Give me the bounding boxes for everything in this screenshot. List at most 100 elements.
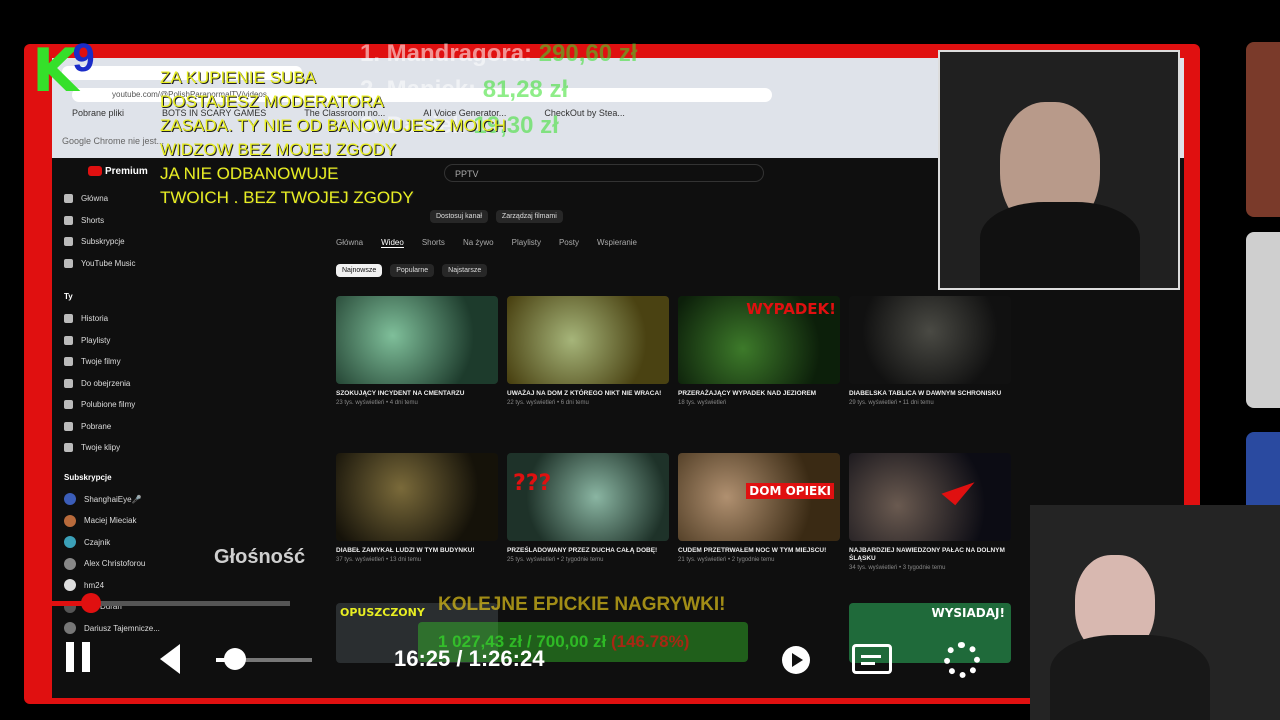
goal-percent: (146.78%) xyxy=(610,632,690,651)
sidebar-item-label: Shorts xyxy=(81,215,105,225)
sidebar-item-subscriptions[interactable]: Subskrypcje xyxy=(52,231,162,253)
sidebar-item-label: Czajnik xyxy=(84,537,111,547)
sidebar-item-watch-later[interactable]: Do obejrzenia xyxy=(52,373,162,395)
tab-home[interactable]: Główna xyxy=(336,238,363,248)
sidebar-subscription[interactable]: hm24 xyxy=(52,575,162,597)
channel-tabs: Główna Wideo Shorts Na żywo Playlisty Po… xyxy=(336,238,637,248)
subtitles-line xyxy=(861,655,881,658)
tab-videos[interactable]: Wideo xyxy=(381,238,404,248)
filter-oldest[interactable]: Najstarsze xyxy=(442,264,488,277)
sidebar-you-header[interactable]: Ty xyxy=(52,286,162,308)
ranking-name: 1. Mandragora: xyxy=(360,40,533,67)
youtube-logo[interactable]: Premium xyxy=(88,166,148,177)
video-thumbnail[interactable] xyxy=(849,296,1011,384)
settings-gear-icon[interactable] xyxy=(944,642,980,678)
scissors-icon xyxy=(64,443,73,453)
video-title[interactable]: UWAŻAJ NA DOM Z KTÓREGO NIKT NIE WRACA! xyxy=(507,390,669,398)
video-thumbnail[interactable] xyxy=(336,453,498,541)
download-icon xyxy=(64,421,73,431)
sidebar-item-your-videos[interactable]: Twoje filmy xyxy=(52,351,162,373)
video-title[interactable]: PRZEŚLADOWANY PRZEZ DUCHA CAŁĄ DOBĘ! xyxy=(507,547,669,555)
video-title[interactable]: CUDEM PRZETRWAŁEM NOC W TYM MIEJSCU! xyxy=(678,547,840,555)
customize-channel-button[interactable]: Dostosuj kanał xyxy=(430,210,488,223)
streamer-webcam xyxy=(938,50,1180,290)
sidebar-subscription[interactable]: Dariusz Tajemnicze... xyxy=(52,618,162,640)
thumbnail-text: WYSIADAJ! xyxy=(931,606,1005,620)
video-thumbnail[interactable]: WYPADEK! xyxy=(678,296,840,384)
video-meta: 22 tys. wyświetleń • 6 dni temu xyxy=(507,400,589,406)
video-thumbnail[interactable]: DOM OPIEKI xyxy=(678,453,840,541)
pause-icon[interactable] xyxy=(82,642,90,672)
tab-live[interactable]: Na żywo xyxy=(463,238,494,248)
moderator-rules-text: ZA KUPIENIE SUBA DOSTAJESZ MODERATORA ZA… xyxy=(160,66,506,210)
sidebar-subscription[interactable]: Czajnik xyxy=(52,532,162,554)
logo-letter: K xyxy=(32,36,79,106)
sidebar-item-history[interactable]: Historia xyxy=(52,308,162,330)
filter-popular[interactable]: Popularne xyxy=(390,264,435,277)
tab-support[interactable]: Wspieranie xyxy=(597,238,637,248)
video-card[interactable]: ??? PRZEŚLADOWANY PRZEZ DUCHA CAŁĄ DOBĘ!… xyxy=(507,453,669,563)
sidebar-item-label: Subskrypcje xyxy=(81,237,125,247)
video-card[interactable]: UWAŻAJ NA DOM Z KTÓREGO NIKT NIE WRACA! … xyxy=(507,296,669,406)
sidebar-item-label: Maciej Mieciak xyxy=(84,516,137,526)
sidebar-subscription[interactable]: Maciej Mieciak xyxy=(52,510,162,532)
video-title[interactable]: DIABELSKA TABLICA W DAWNYM SCHRONISKU xyxy=(849,390,1011,398)
sidebar-item-liked[interactable]: Polubione filmy xyxy=(52,394,162,416)
tab-posts[interactable]: Posty xyxy=(559,238,579,248)
filter-newest[interactable]: Najnowsze xyxy=(336,264,383,277)
video-title[interactable]: DIABEŁ ZAMYKAŁ LUDZI W TYM BUDYNKU! xyxy=(336,547,498,555)
sidebar-item-label: Główna xyxy=(81,194,109,204)
video-thumbnail[interactable] xyxy=(849,453,1011,541)
video-thumbnail[interactable] xyxy=(507,296,669,384)
volume-icon[interactable] xyxy=(160,644,180,674)
autoplay-toggle[interactable] xyxy=(782,646,810,674)
manage-videos-button[interactable]: Zarządzaj filmami xyxy=(495,210,563,223)
tab-shorts[interactable]: Shorts xyxy=(422,238,445,248)
video-card[interactable]: NAJBARDZIEJ NAWIEDZONY PAŁAC NA DOLNYM Ś… xyxy=(849,453,1011,571)
sidebar-subscription[interactable]: ShanghaiEye🎤 xyxy=(52,489,162,511)
arrow-icon xyxy=(941,470,975,506)
sidebar-item-label: Polubione filmy xyxy=(81,400,136,410)
thumbnail-text: DOM OPIEKI xyxy=(746,483,834,499)
progress-scrubber[interactable] xyxy=(80,593,101,613)
ranking-amount: 290,60 zł xyxy=(538,40,638,67)
rules-line: WIDZOW BEZ MOJEJ ZGODY xyxy=(160,140,397,159)
video-card[interactable]: DIABELSKA TABLICA W DAWNYM SCHRONISKU 29… xyxy=(849,296,1011,406)
tab-playlists[interactable]: Playlisty xyxy=(512,238,541,248)
video-card[interactable]: SZOKUJĄCY INCYDENT NA CMENTARZU 23 tys. … xyxy=(336,296,498,406)
video-title[interactable]: SZOKUJĄCY INCYDENT NA CMENTARZU xyxy=(336,390,498,398)
video-title[interactable]: NAJBARDZIEJ NAWIEDZONY PAŁAC NA DOLNYM Ś… xyxy=(849,547,1011,563)
guest-webcam xyxy=(1030,505,1280,720)
video-card[interactable]: WYPADEK! PRZERAŻAJĄCY WYPADEK NAD JEZIOR… xyxy=(678,296,840,406)
subtitles-icon[interactable] xyxy=(852,644,892,674)
video-thumbnail[interactable]: ??? xyxy=(507,453,669,541)
sidebar-item-playlists[interactable]: Playlisty xyxy=(52,330,162,352)
sidebar-subscription[interactable]: Alex Christoforou xyxy=(52,553,162,575)
thumbnail-text: ??? xyxy=(513,471,552,496)
bookmark-item[interactable]: Pobrane pliki xyxy=(72,108,124,124)
playlist-icon xyxy=(64,335,73,345)
sidebar-item-label: YouTube Music xyxy=(81,258,136,268)
sidebar-item-label: Twoje filmy xyxy=(81,357,121,367)
video-meta: 34 tys. wyświetleń • 3 tygodnie temu xyxy=(849,565,946,571)
sidebar-subscription[interactable]: The Duran xyxy=(52,596,162,618)
video-meta: 29 tys. wyświetleń • 11 dni temu xyxy=(849,400,934,406)
thumbnail-text: OPUSZCZONY xyxy=(340,606,425,619)
video-title[interactable]: PRZERAŻAJĄCY WYPADEK NAD JEZIOREM xyxy=(678,390,840,398)
pause-icon[interactable] xyxy=(66,642,74,672)
person-body xyxy=(980,202,1140,288)
sidebar-item-shorts[interactable]: Shorts xyxy=(52,210,162,232)
clock-icon xyxy=(64,378,73,388)
video-card[interactable]: DIABEŁ ZAMYKAŁ LUDZI W TYM BUDYNKU! 37 t… xyxy=(336,453,498,563)
play-icon xyxy=(792,653,803,667)
side-thumbnail xyxy=(1246,232,1280,408)
sidebar-subs-header: Subskrypcje xyxy=(64,472,112,482)
video-card[interactable]: DOM OPIEKI CUDEM PRZETRWAŁEM NOC W TYM M… xyxy=(678,453,840,563)
sidebar-item-home[interactable]: Główna xyxy=(52,188,162,210)
logo-number: 9 xyxy=(72,36,95,80)
sidebar-item-label: ShanghaiEye🎤 xyxy=(84,494,142,504)
video-thumbnail[interactable] xyxy=(336,296,498,384)
sidebar-item-music[interactable]: YouTube Music xyxy=(52,253,162,275)
sidebar-item-clips[interactable]: Twoje klipy xyxy=(52,437,162,459)
sidebar-item-downloads[interactable]: Pobrane xyxy=(52,416,162,438)
